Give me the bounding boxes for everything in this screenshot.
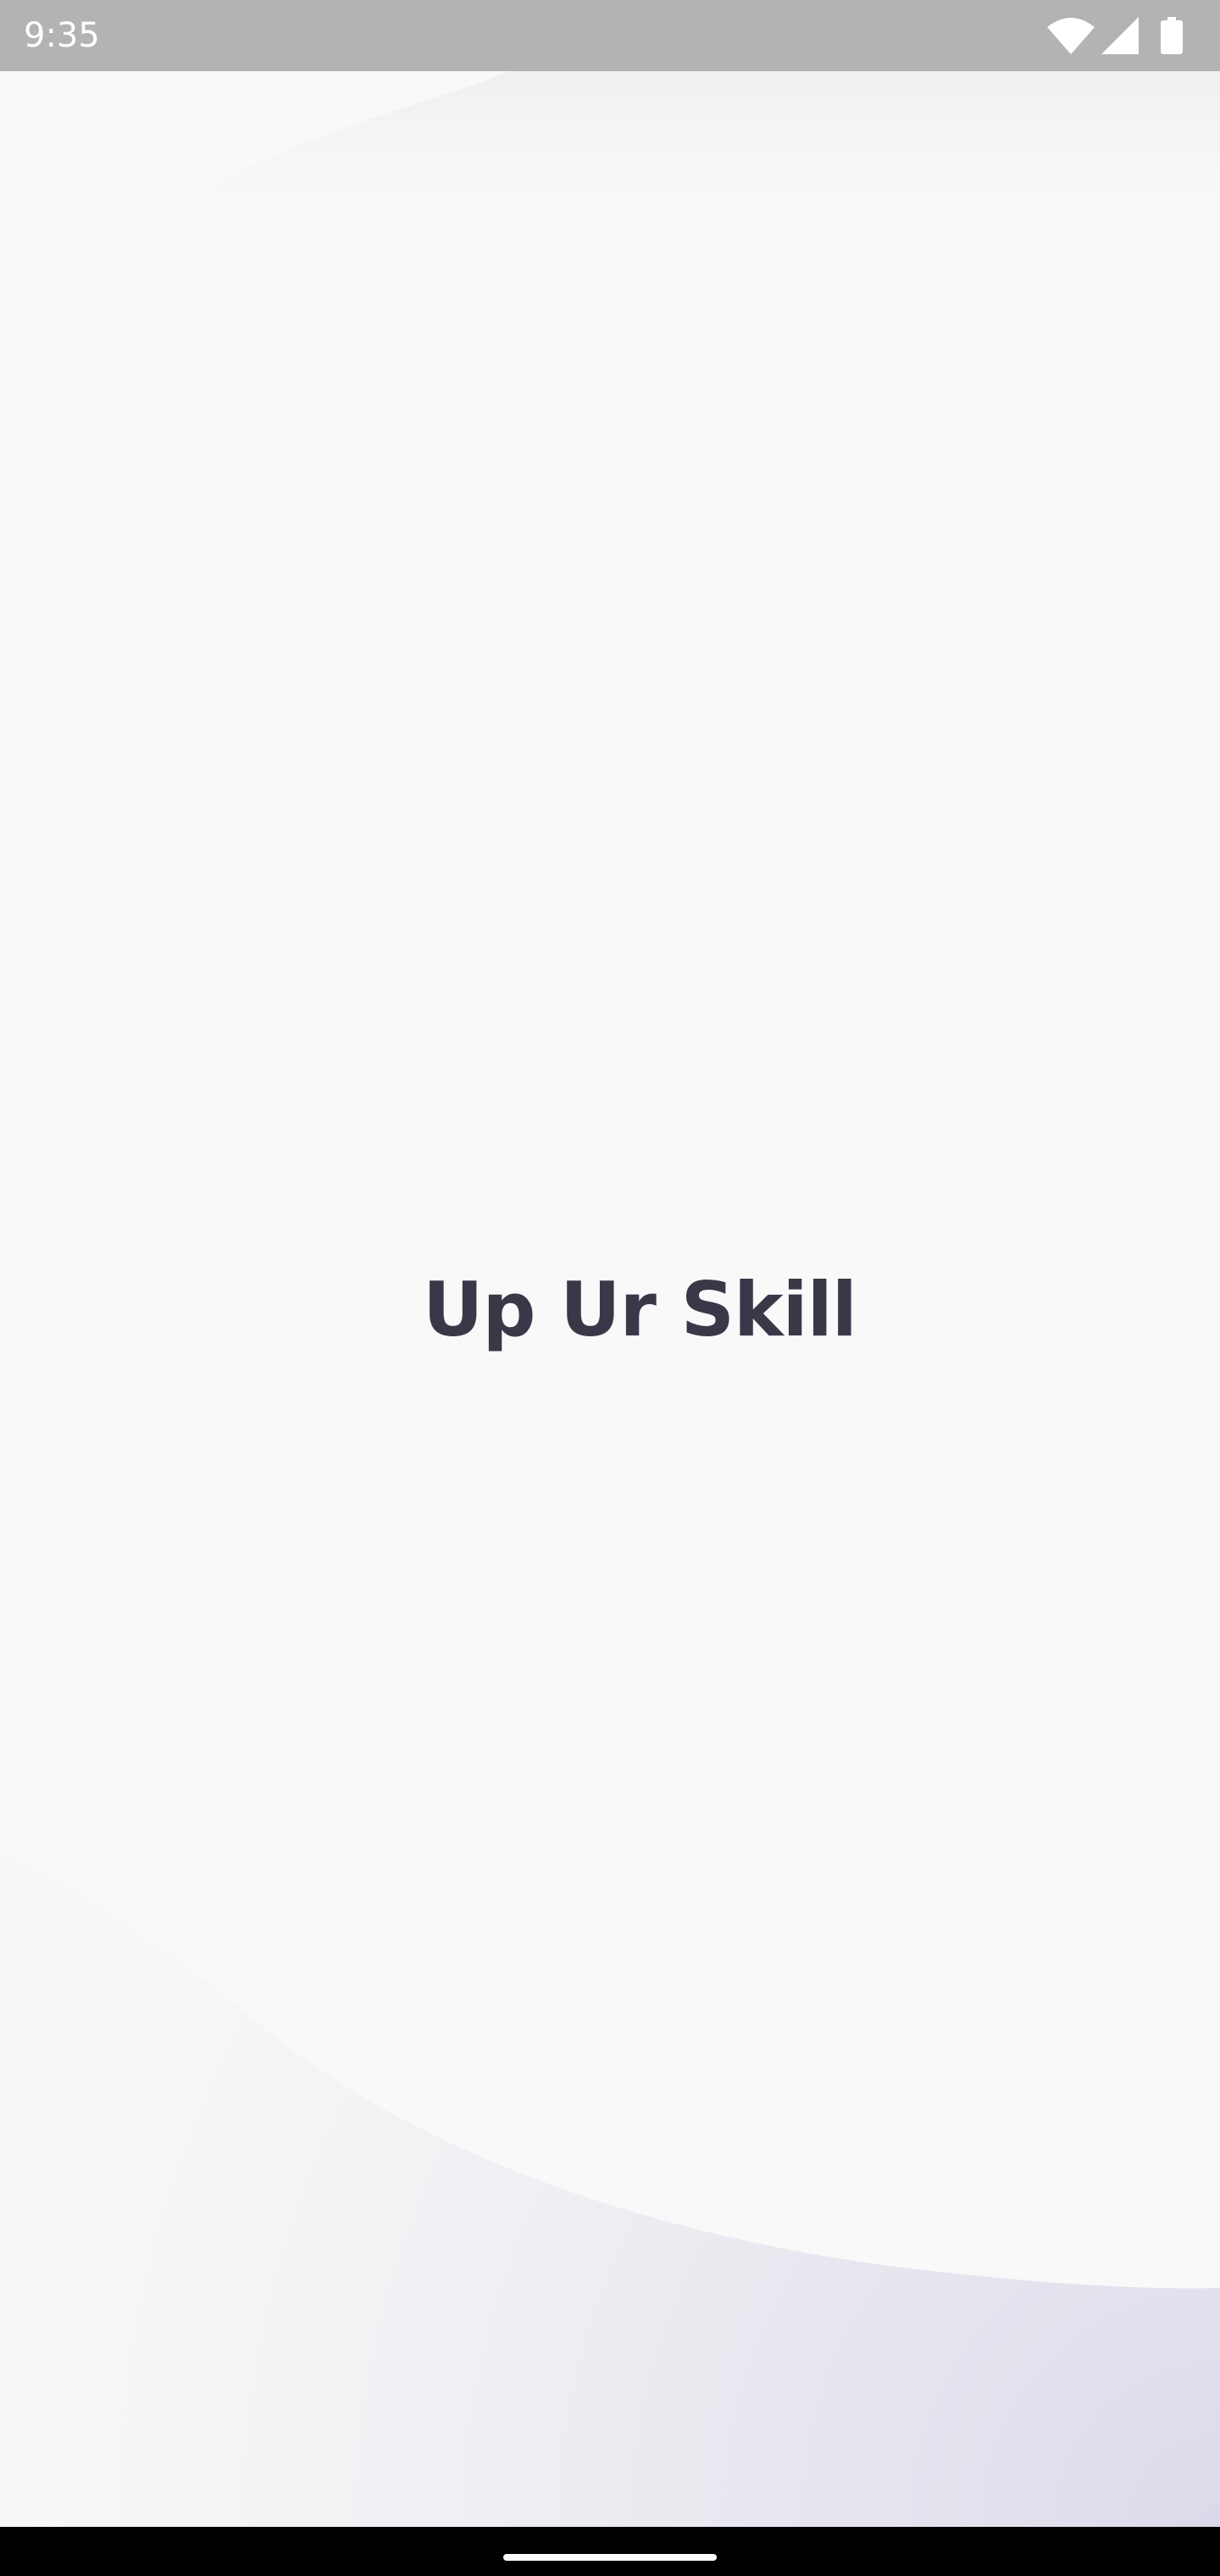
status-bar: 9:35 [0,0,1220,71]
status-icons [1047,17,1183,54]
home-indicator[interactable] [503,2554,717,2561]
app-title: Up Ur Skill [423,1265,857,1353]
battery-icon [1161,17,1183,54]
navigation-bar [0,2527,1220,2576]
bottom-wave-decoration [0,1847,1220,2527]
splash-screen: 9:35 Up Ur Skill [0,0,1220,2576]
cellular-signal-icon [1101,17,1139,54]
wifi-icon [1047,17,1095,54]
status-time: 9:35 [24,16,100,55]
